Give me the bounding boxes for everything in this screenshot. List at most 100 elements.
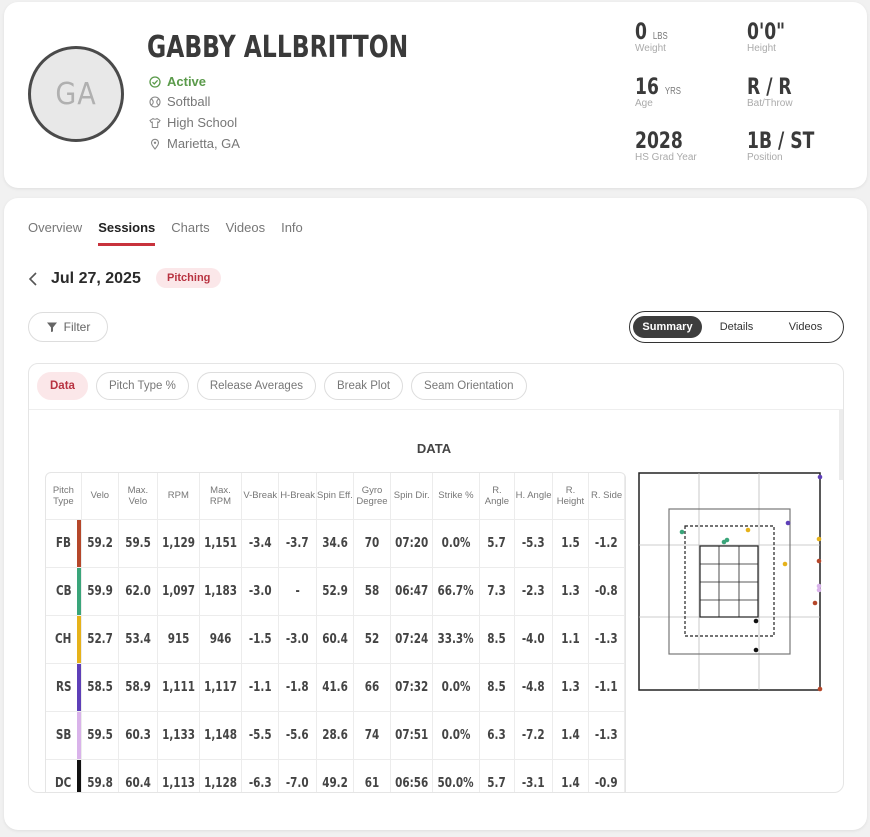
tab-overview[interactable]: Overview	[28, 220, 82, 246]
table-cell: 07:20	[390, 519, 434, 568]
table-row: FB 59.2 59.5 1,129 1,151 -3.4 -3.7 34.6 70 07:20 0…	[46, 519, 625, 568]
cell-value: 0.0%	[441, 535, 471, 551]
stat-unit: YRS	[664, 86, 681, 97]
toggle-videos[interactable]: Videos	[771, 316, 840, 338]
pitch-type-label: DC	[55, 775, 72, 791]
stat-value: 16	[635, 75, 659, 100]
cell-value: 0.0%	[441, 679, 471, 695]
table-cell: 58.5	[81, 663, 119, 712]
cell-value: 07:51	[395, 727, 429, 743]
data-table-container[interactable]: Pitch Type Velo Max. Velo RPM Max. RPM V-Brea…	[45, 472, 626, 792]
cell-value: 6.3	[487, 727, 507, 743]
table-cell: -6.3	[241, 759, 280, 792]
filter-icon	[46, 322, 57, 332]
table-cell: 52.7	[81, 615, 119, 664]
cell-value: -0.9	[595, 775, 618, 791]
pitch-point	[679, 529, 685, 535]
table-cell: 53.4	[118, 615, 158, 664]
cell-value: 41.6	[322, 679, 348, 695]
column-header[interactable]: R. Height	[552, 473, 590, 520]
cell-value: 7.3	[487, 583, 507, 599]
tab-info[interactable]: Info	[281, 220, 303, 246]
tab-videos[interactable]: Videos	[226, 220, 266, 246]
subtab-release-averages[interactable]: Release Averages	[196, 372, 316, 400]
column-header[interactable]: Spin Dir.	[390, 473, 434, 520]
pitch-color-bar	[76, 567, 81, 615]
table-cell: 6.3	[479, 711, 516, 760]
toggle-summary[interactable]: Summary	[633, 316, 702, 338]
pitch-type-label: RS	[55, 679, 72, 695]
cell-value: 49.2	[322, 775, 348, 791]
column-header[interactable]: R. Side	[588, 473, 625, 520]
stat-value: 1B / ST	[747, 129, 815, 154]
pitch-type-label: CH	[55, 631, 72, 647]
column-header[interactable]: Gyro Degree	[353, 473, 392, 520]
filter-button[interactable]: Filter	[28, 312, 108, 342]
column-header[interactable]: R. Angle	[479, 473, 516, 520]
pitch-point	[745, 527, 751, 533]
pitch-color-bar	[76, 663, 81, 711]
level-line: High School	[149, 115, 237, 130]
column-header[interactable]: Max. RPM	[199, 473, 243, 520]
column-header[interactable]: Velo	[81, 473, 119, 520]
toggle-details[interactable]: Details	[702, 316, 771, 338]
column-header[interactable]: Max. Velo	[118, 473, 158, 520]
table-cell: 1,117	[199, 663, 243, 712]
pitch-type-label: SB	[55, 727, 72, 743]
stat-age: 16 YRS Age	[635, 75, 694, 109]
table-cell: 1,113	[157, 759, 200, 792]
scrollbar[interactable]	[839, 410, 843, 480]
table-cell: 59.2	[81, 519, 119, 568]
subtab-pitch-type[interactable]: Pitch Type %	[95, 372, 189, 400]
table-cell: 1,129	[157, 519, 200, 568]
table-cell: 1.1	[552, 615, 590, 664]
cell-value: -4.8	[522, 679, 545, 695]
table-cell: 1.4	[552, 759, 590, 792]
cell-value: 59.5	[87, 727, 113, 743]
table-cell: 0.0%	[432, 663, 480, 712]
tab-charts[interactable]: Charts	[171, 220, 209, 246]
table-cell: -1.1	[241, 663, 280, 712]
back-button[interactable]	[28, 271, 38, 292]
table-cell: -0.9	[588, 759, 625, 792]
column-header[interactable]: RPM	[157, 473, 200, 520]
table-cell: -1.3	[588, 711, 625, 760]
column-header[interactable]: H. Angle	[514, 473, 553, 520]
column-header[interactable]: H-Break	[278, 473, 317, 520]
pitch-point	[816, 558, 822, 564]
cell-value: -6.3	[248, 775, 272, 791]
cell-value: 06:47	[395, 583, 429, 599]
subtab-seam-orientation[interactable]: Seam Orientation	[411, 372, 527, 400]
table-cell: -3.0	[241, 567, 280, 616]
cell-value: 33.3%	[437, 631, 474, 647]
table-cell: -5.6	[278, 711, 317, 760]
sport-line: Softball	[149, 94, 210, 109]
tab-sessions[interactable]: Sessions	[98, 220, 156, 246]
table-cell: 07:32	[390, 663, 434, 712]
stat-unit: LBS	[652, 31, 668, 42]
cell-value: 1.3	[561, 679, 580, 695]
column-header[interactable]: Strike %	[432, 473, 480, 520]
column-header[interactable]: V-Break	[241, 473, 280, 520]
table-cell: 1,111	[157, 663, 200, 712]
column-header[interactable]: Spin Eff.	[316, 473, 354, 520]
pitch-point	[816, 536, 822, 542]
cell-value: 1,129	[161, 535, 195, 551]
location-line: Marietta, GA	[149, 136, 240, 151]
cell-value: 1,117	[204, 679, 237, 695]
profile-card: GA GABBY ALLBRITTON Active Softball High…	[4, 2, 867, 188]
table-cell: -2.3	[514, 567, 553, 616]
table-cell: 33.3%	[432, 615, 480, 664]
table-header-row: Pitch Type Velo Max. Velo RPM Max. RPM V-Brea…	[46, 473, 625, 520]
cell-value: 52.9	[322, 583, 348, 599]
table-cell: 1.3	[552, 567, 590, 616]
cell-value: 52.7	[87, 631, 113, 647]
subtab-data[interactable]: Data	[37, 372, 88, 400]
player-name: GABBY ALLBRITTON	[147, 30, 409, 65]
column-header[interactable]: Pitch Type	[46, 473, 82, 520]
table-cell: 07:51	[390, 711, 434, 760]
table-cell: 59.5	[81, 711, 119, 760]
subtab-break-plot[interactable]: Break Plot	[323, 372, 404, 400]
status-text: Active	[167, 74, 207, 89]
cell-value: 8.5	[487, 631, 507, 647]
